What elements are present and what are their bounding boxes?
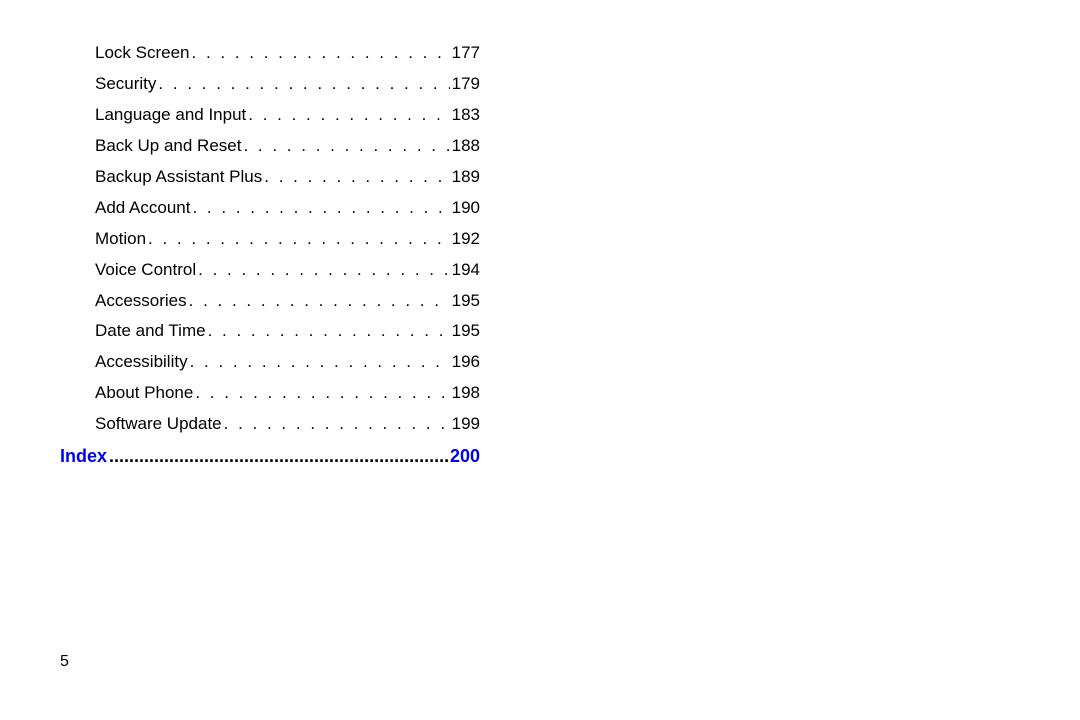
page-number: 5 [60,653,69,671]
toc-page: 183 [452,104,480,127]
toc-leader [158,73,449,96]
toc-title: Voice Control [95,259,196,282]
table-of-contents: Lock Screen 177 Security 179 Language an… [95,42,480,476]
toc-title: Security [95,73,156,96]
toc-page: 199 [452,413,480,436]
toc-entry: Motion 192 [95,228,480,251]
toc-entry: Backup Assistant Plus 189 [95,166,480,189]
toc-title: Accessibility [95,351,188,374]
toc-leader [224,413,450,436]
toc-entry: Security 179 [95,73,480,96]
toc-title: Backup Assistant Plus [95,166,262,189]
toc-title: Lock Screen [95,42,190,65]
toc-leader [189,290,450,313]
toc-page: 188 [452,135,480,158]
toc-page: 179 [452,73,480,96]
toc-entry: Software Update 199 [95,413,480,436]
toc-leader [248,104,449,127]
toc-entry: Date and Time 195 [95,320,480,343]
toc-title: Add Account [95,197,190,220]
toc-page: 195 [452,320,480,343]
toc-leader [192,42,450,65]
toc-title: About Phone [95,382,193,405]
toc-entry: Back Up and Reset 188 [95,135,480,158]
toc-entry: Lock Screen 177 [95,42,480,65]
toc-title: Software Update [95,413,222,436]
toc-leader [264,166,449,189]
toc-title: Language and Input [95,104,246,127]
toc-entry-index: Index 200 [95,444,480,468]
toc-entry: Add Account 190 [95,197,480,220]
toc-entry: About Phone 198 [95,382,480,405]
toc-page: 189 [452,166,480,189]
toc-page: 198 [452,382,480,405]
toc-leader [109,444,448,468]
toc-title: Date and Time [95,320,206,343]
toc-entry: Language and Input 183 [95,104,480,127]
toc-page: 196 [452,351,480,374]
toc-page: 200 [450,444,480,468]
toc-title: Back Up and Reset [95,135,241,158]
toc-entry: Accessories 195 [95,290,480,313]
toc-leader [190,351,450,374]
toc-leader [195,382,449,405]
toc-leader [192,197,449,220]
toc-leader [148,228,450,251]
toc-entry: Voice Control 194 [95,259,480,282]
toc-page: 177 [452,42,480,65]
toc-page: 190 [452,197,480,220]
toc-leader [198,259,450,282]
toc-title: Accessories [95,290,187,313]
toc-page: 194 [452,259,480,282]
toc-leader [243,135,449,158]
toc-entry: Accessibility 196 [95,351,480,374]
toc-leader [208,320,450,343]
toc-title: Index [60,444,107,468]
toc-page: 192 [452,228,480,251]
toc-page: 195 [452,290,480,313]
toc-title: Motion [95,228,146,251]
